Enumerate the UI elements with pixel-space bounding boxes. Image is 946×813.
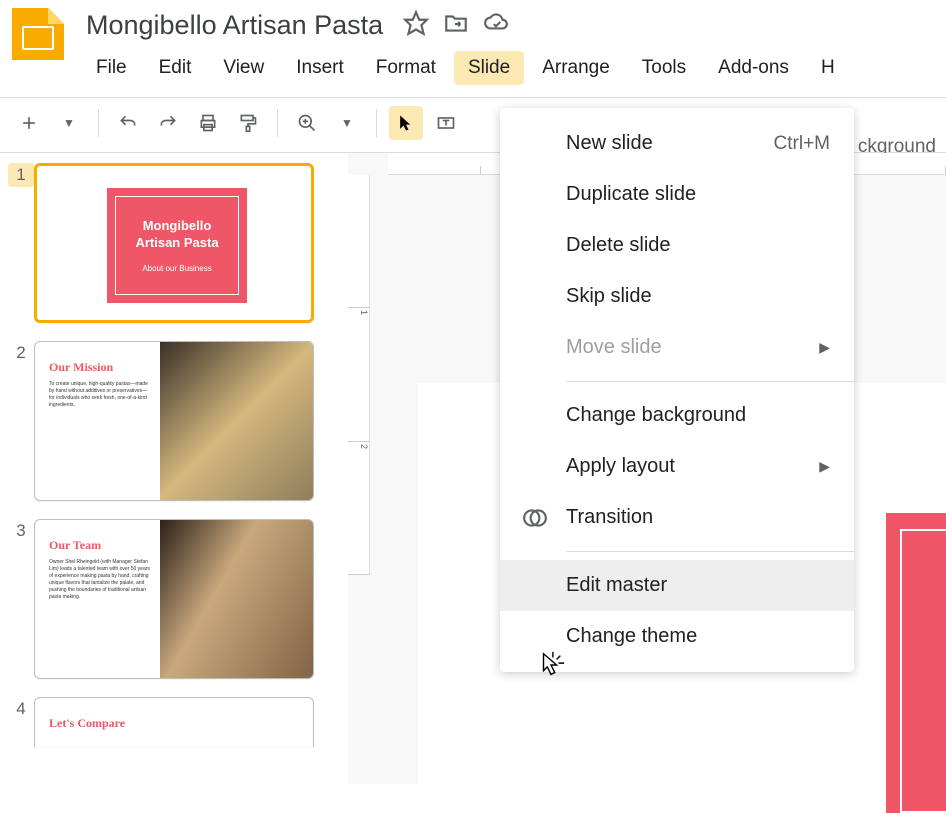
title-area: Mongibello Artisan Pasta FileEditViewIns… (82, 8, 934, 85)
slide-panel: 1MongibelloArtisan PastaAbout our Busine… (0, 153, 348, 784)
undo-button[interactable] (111, 106, 145, 140)
slide-thumbnail-row: 2Our MissionTo create unique, high-quali… (8, 341, 340, 501)
menu-shortcut: Ctrl+M (774, 133, 830, 155)
slide-thumbnail[interactable]: Our TeamOwner Shel Rheingold (with Manag… (34, 519, 314, 679)
menu-item-label: New slide (566, 132, 653, 155)
submenu-arrow-icon: ▶ (819, 458, 830, 475)
menu-item-label: Delete slide (566, 234, 671, 257)
menu-item-label: Skip slide (566, 285, 652, 308)
slide-menu-dropdown: New slide Ctrl+M Duplicate slide Delete sli… (500, 108, 854, 672)
new-slide-dropdown-button[interactable]: ▼ (52, 106, 86, 140)
zoom-dropdown-button[interactable]: ▼ (330, 106, 364, 140)
menu-item-label: Change theme (566, 625, 697, 648)
menu-h[interactable]: H (807, 51, 849, 85)
menu-insert[interactable]: Insert (282, 51, 358, 85)
slide-number: 4 (8, 697, 34, 719)
slide-number: 2 (8, 341, 34, 363)
menu-item-duplicate-slide[interactable]: Duplicate slide (500, 169, 854, 220)
paint-format-button[interactable] (231, 106, 265, 140)
document-title[interactable]: Mongibello Artisan Pasta (82, 8, 387, 43)
menu-item-delete-slide[interactable]: Delete slide (500, 220, 854, 271)
menu-add-ons[interactable]: Add-ons (704, 51, 803, 85)
menu-item-edit-master[interactable]: Edit master (500, 560, 854, 611)
menu-tools[interactable]: Tools (628, 51, 700, 85)
header: Mongibello Artisan Pasta FileEditViewIns… (0, 0, 946, 93)
menu-separator (566, 551, 854, 552)
menu-item-label: Duplicate slide (566, 183, 696, 206)
menu-item-label: Apply layout (566, 455, 675, 478)
redo-button[interactable] (151, 106, 185, 140)
slide-thumbnail[interactable]: Our MissionTo create unique, high-qualit… (34, 341, 314, 501)
menu-item-apply-layout[interactable]: Apply layout ▶ (500, 441, 854, 492)
star-icon[interactable] (403, 10, 429, 41)
slides-logo[interactable] (12, 8, 64, 60)
menu-separator (566, 381, 854, 382)
cursor-pointer-icon (536, 650, 566, 680)
vertical-ruler: 12 (348, 175, 370, 575)
menu-item-label: Edit master (566, 574, 667, 597)
new-slide-button[interactable] (12, 106, 46, 140)
menu-item-transition[interactable]: Transition (500, 492, 854, 543)
slide-number: 1 (8, 163, 34, 187)
toolbar-separator (376, 109, 377, 137)
text-box-button[interactable] (429, 106, 463, 140)
toolbar-separator (277, 109, 278, 137)
select-button[interactable] (389, 106, 423, 140)
print-button[interactable] (191, 106, 225, 140)
menu-slide[interactable]: Slide (454, 51, 524, 85)
move-to-folder-icon[interactable] (443, 10, 469, 41)
menu-item-skip-slide[interactable]: Skip slide (500, 271, 854, 322)
menu-item-label: Transition (566, 506, 653, 529)
transition-icon (522, 505, 548, 531)
menu-view[interactable]: View (209, 51, 278, 85)
zoom-button[interactable] (290, 106, 324, 140)
menu-item-change-background[interactable]: Change background (500, 390, 854, 441)
toolbar-separator (98, 109, 99, 137)
menubar: FileEditViewInsertFormatSlideArrangeTool… (82, 51, 934, 85)
menu-edit[interactable]: Edit (145, 51, 206, 85)
menu-arrange[interactable]: Arrange (528, 51, 624, 85)
slide-number: 3 (8, 519, 34, 541)
menu-item-move-slide: Move slide ▶ (500, 322, 854, 373)
slide-thumbnail-row: 4Let's Compare (8, 697, 340, 747)
submenu-arrow-icon: ▶ (819, 339, 830, 356)
slide-shape[interactable] (886, 513, 946, 813)
cloud-status-icon[interactable] (483, 10, 509, 41)
slide-thumbnail[interactable]: MongibelloArtisan PastaAbout our Busines… (34, 163, 314, 323)
title-row: Mongibello Artisan Pasta (82, 8, 934, 43)
slide-thumbnail[interactable]: Let's Compare (34, 697, 314, 747)
menu-file[interactable]: File (82, 51, 141, 85)
title-icons (403, 10, 509, 41)
menu-format[interactable]: Format (362, 51, 450, 85)
menu-item-new-slide[interactable]: New slide Ctrl+M (500, 118, 854, 169)
menu-item-label: Move slide (566, 336, 662, 359)
slide-thumbnail-row: 3Our TeamOwner Shel Rheingold (with Mana… (8, 519, 340, 679)
slide-thumbnail-row: 1MongibelloArtisan PastaAbout our Busine… (8, 163, 340, 323)
menu-item-label: Change background (566, 404, 746, 427)
